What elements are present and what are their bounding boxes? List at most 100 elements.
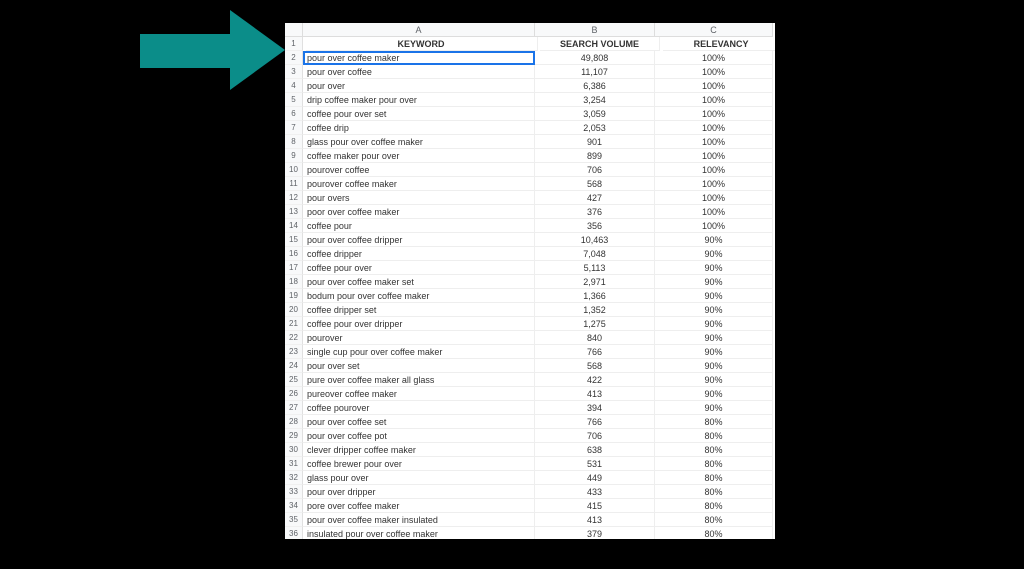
cell-keyword[interactable]: coffee dripper (303, 247, 535, 261)
cell-keyword[interactable]: clever dripper coffee maker (303, 443, 535, 457)
row-number[interactable]: 15 (285, 233, 303, 247)
cell-volume[interactable]: 901 (535, 135, 655, 149)
cell-volume[interactable]: 638 (535, 443, 655, 457)
row-number[interactable]: 20 (285, 303, 303, 317)
row-number[interactable]: 24 (285, 359, 303, 373)
cell-keyword[interactable]: drip coffee maker pour over (303, 93, 535, 107)
cell-relevancy[interactable]: 90% (655, 345, 773, 359)
cell-relevancy[interactable]: 80% (655, 513, 773, 527)
cell-relevancy[interactable]: 80% (655, 485, 773, 499)
column-header-B[interactable]: B (535, 23, 655, 37)
row-number[interactable]: 27 (285, 401, 303, 415)
cell-volume[interactable]: 2,053 (535, 121, 655, 135)
row-number[interactable]: 1 (285, 37, 303, 51)
row-number[interactable]: 33 (285, 485, 303, 499)
row-number[interactable]: 7 (285, 121, 303, 135)
row-number[interactable]: 23 (285, 345, 303, 359)
cell-keyword[interactable]: pour over coffee maker set (303, 275, 535, 289)
row-number[interactable]: 19 (285, 289, 303, 303)
cell-volume[interactable]: 7,048 (535, 247, 655, 261)
cell-relevancy[interactable]: 100% (655, 107, 773, 121)
row-number[interactable]: 25 (285, 373, 303, 387)
column-header-C[interactable]: C (655, 23, 773, 37)
cell-keyword[interactable]: pour over coffee dripper (303, 233, 535, 247)
cell-relevancy[interactable]: 90% (655, 261, 773, 275)
cell-volume[interactable]: 415 (535, 499, 655, 513)
row-number[interactable]: 32 (285, 471, 303, 485)
cell-keyword[interactable]: pour over set (303, 359, 535, 373)
row-number[interactable]: 30 (285, 443, 303, 457)
cell-volume[interactable]: 413 (535, 513, 655, 527)
cell-volume[interactable]: 11,107 (535, 65, 655, 79)
cell-relevancy[interactable]: 90% (655, 401, 773, 415)
cell-relevancy[interactable]: 80% (655, 443, 773, 457)
cell-relevancy[interactable]: 80% (655, 457, 773, 471)
row-number[interactable]: 12 (285, 191, 303, 205)
cell-relevancy[interactable]: 100% (655, 121, 773, 135)
row-number[interactable]: 10 (285, 163, 303, 177)
row-number[interactable]: 31 (285, 457, 303, 471)
row-number[interactable]: 18 (285, 275, 303, 289)
cell-relevancy[interactable]: 90% (655, 275, 773, 289)
cell-relevancy[interactable]: 90% (655, 387, 773, 401)
cell-relevancy[interactable]: 100% (655, 93, 773, 107)
cell-volume[interactable]: 422 (535, 373, 655, 387)
cell-keyword[interactable]: poor over coffee maker (303, 205, 535, 219)
row-number[interactable]: 35 (285, 513, 303, 527)
cell-volume[interactable]: 706 (535, 429, 655, 443)
cell-relevancy[interactable]: 80% (655, 415, 773, 429)
cell-keyword[interactable]: pureover coffee maker (303, 387, 535, 401)
cell-relevancy[interactable]: 90% (655, 373, 773, 387)
cell-volume[interactable]: 1,275 (535, 317, 655, 331)
cell-keyword[interactable]: pour overs (303, 191, 535, 205)
row-number[interactable]: 9 (285, 149, 303, 163)
row-number[interactable]: 8 (285, 135, 303, 149)
cell-keyword[interactable]: coffee pour over set (303, 107, 535, 121)
cell-keyword[interactable]: pourover coffee maker (303, 177, 535, 191)
row-number[interactable]: 29 (285, 429, 303, 443)
cell-keyword[interactable]: coffee pourover (303, 401, 535, 415)
column-header-A[interactable]: A (303, 23, 535, 37)
select-all-corner[interactable] (285, 23, 303, 37)
cell-keyword[interactable]: pore over coffee maker (303, 499, 535, 513)
cell-keyword[interactable]: insulated pour over coffee maker (303, 527, 535, 539)
row-number[interactable]: 17 (285, 261, 303, 275)
cell-relevancy[interactable]: 90% (655, 247, 773, 261)
cell-relevancy[interactable]: 90% (655, 303, 773, 317)
row-number[interactable]: 34 (285, 499, 303, 513)
cell-relevancy[interactable]: 100% (655, 205, 773, 219)
cell-relevancy[interactable]: 90% (655, 289, 773, 303)
cell-volume[interactable]: 568 (535, 177, 655, 191)
cell-keyword[interactable]: coffee pour over (303, 261, 535, 275)
cell-volume[interactable]: 2,971 (535, 275, 655, 289)
cell-keyword[interactable]: pour over dripper (303, 485, 535, 499)
cell-volume[interactable]: 49,808 (535, 51, 655, 65)
cell-keyword[interactable]: pourover (303, 331, 535, 345)
cell-volume[interactable]: 1,352 (535, 303, 655, 317)
row-number[interactable]: 21 (285, 317, 303, 331)
cell-relevancy[interactable]: 100% (655, 135, 773, 149)
row-number[interactable]: 36 (285, 527, 303, 539)
cell-relevancy[interactable]: 90% (655, 331, 773, 345)
cell-volume[interactable]: 413 (535, 387, 655, 401)
cell-volume[interactable]: 840 (535, 331, 655, 345)
cell-volume[interactable]: 568 (535, 359, 655, 373)
cell-keyword[interactable]: coffee drip (303, 121, 535, 135)
cell-volume[interactable]: 1,366 (535, 289, 655, 303)
cell-relevancy[interactable]: 100% (655, 149, 773, 163)
cell-volume[interactable]: 379 (535, 527, 655, 539)
cell-volume[interactable]: 899 (535, 149, 655, 163)
cell-keyword[interactable]: coffee pour (303, 219, 535, 233)
cell-relevancy[interactable]: 80% (655, 499, 773, 513)
row-number[interactable]: 4 (285, 79, 303, 93)
cell-relevancy[interactable]: 80% (655, 429, 773, 443)
row-number[interactable]: 16 (285, 247, 303, 261)
cell-volume[interactable]: 3,254 (535, 93, 655, 107)
cell-volume[interactable]: 766 (535, 415, 655, 429)
cell-keyword[interactable]: pour over coffee (303, 65, 535, 79)
cell-volume[interactable]: 6,386 (535, 79, 655, 93)
cell-volume[interactable]: 394 (535, 401, 655, 415)
row-number[interactable]: 26 (285, 387, 303, 401)
cell-volume[interactable]: 766 (535, 345, 655, 359)
cell-relevancy[interactable]: 100% (655, 65, 773, 79)
